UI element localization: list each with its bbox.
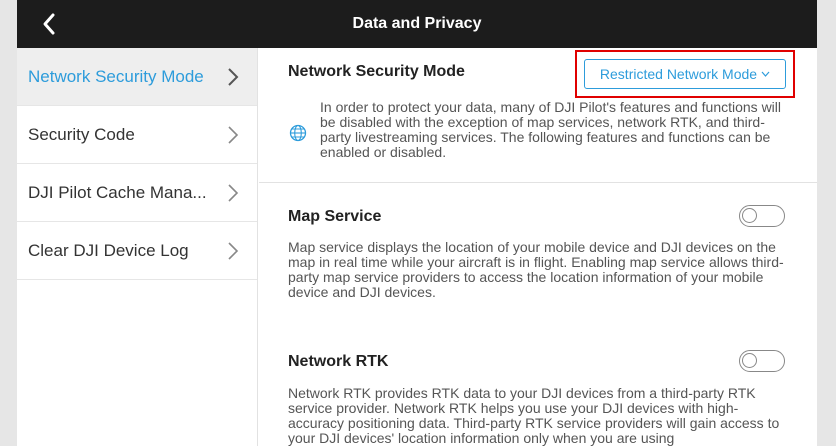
chevron-left-icon bbox=[43, 13, 55, 35]
map-service-toggle[interactable] bbox=[739, 205, 785, 227]
sidebar-item-clear-device-log[interactable]: Clear DJI Device Log bbox=[17, 222, 257, 280]
highlight-annotation bbox=[575, 50, 795, 98]
sidebar-item-label: Network Security Mode bbox=[28, 66, 204, 86]
map-service-title: Map Service bbox=[288, 208, 382, 225]
sidebar: Network Security Mode Security Code DJI … bbox=[17, 48, 258, 446]
page-title: Data and Privacy bbox=[352, 15, 482, 32]
sidebar-item-label: DJI Pilot Cache Mana... bbox=[28, 182, 207, 202]
chevron-right-icon bbox=[228, 68, 239, 86]
divider bbox=[259, 182, 817, 183]
network-rtk-toggle[interactable] bbox=[739, 350, 785, 372]
network-rtk-description: Network RTK provides RTK data to your DJ… bbox=[288, 385, 780, 446]
toggle-knob bbox=[742, 353, 757, 368]
chevron-right-icon bbox=[228, 242, 239, 260]
app-window: Data and Privacy Network Security Mode S… bbox=[17, 0, 817, 446]
network-security-description: In order to protect your data, many of D… bbox=[320, 99, 782, 160]
map-service-description: Map service displays the location of you… bbox=[288, 239, 784, 300]
sidebar-item-security-code[interactable]: Security Code bbox=[17, 106, 257, 164]
sidebar-item-label: Security Code bbox=[28, 124, 135, 144]
network-rtk-title: Network RTK bbox=[288, 353, 389, 370]
chevron-right-icon bbox=[228, 184, 239, 202]
sidebar-item-label: Clear DJI Device Log bbox=[28, 240, 189, 260]
sidebar-item-cache-management[interactable]: DJI Pilot Cache Mana... bbox=[17, 164, 257, 222]
network-security-title: Network Security Mode bbox=[288, 63, 465, 80]
chevron-right-icon bbox=[228, 126, 239, 144]
globe-icon bbox=[289, 124, 307, 142]
sidebar-item-network-security-mode[interactable]: Network Security Mode bbox=[17, 48, 257, 106]
toggle-knob bbox=[742, 208, 757, 223]
settings-content: Network Security Mode Restricted Network… bbox=[259, 48, 817, 446]
back-button[interactable] bbox=[35, 8, 63, 40]
top-bar: Data and Privacy bbox=[17, 0, 817, 48]
